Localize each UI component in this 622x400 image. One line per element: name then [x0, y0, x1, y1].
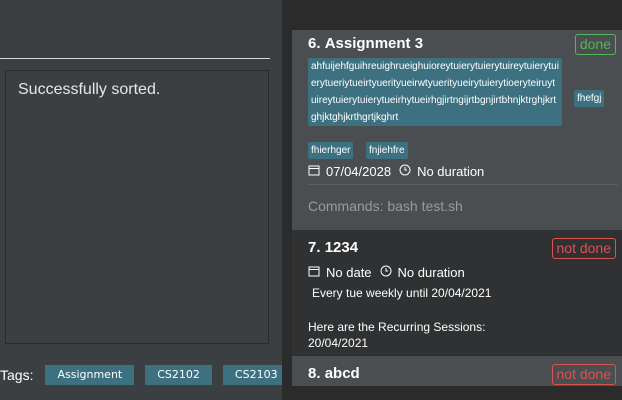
- result-message: Successfully sorted.: [18, 81, 161, 98]
- task-card[interactable]: 7. 1234 not done No date No duration Eve…: [292, 230, 622, 355]
- tag-chip-long: ahfuijehfguihreuighrueighuioreytuierytui…: [308, 58, 562, 126]
- task-duration: No duration: [397, 265, 465, 280]
- calendar-icon: [308, 164, 320, 179]
- clock-icon: [399, 164, 411, 179]
- tags-bar: Tags: Assignment CS2102 CS2103: [0, 362, 301, 388]
- task-date: No date: [326, 265, 372, 280]
- status-badge: done: [574, 34, 616, 55]
- task-commands: Commands: bash test.sh: [308, 198, 463, 214]
- left-pane: Successfully sorted. Tags: Assignment CS…: [0, 0, 290, 400]
- clock-icon: [380, 265, 392, 280]
- recurring-sessions-label: Here are the Recurring Sessions:: [308, 320, 486, 334]
- scrollbar[interactable]: [283, 0, 288, 400]
- task-date: 07/04/2028: [326, 164, 392, 179]
- task-recurrence: Every tue weekly until 20/04/2021: [312, 286, 492, 300]
- task-title: 7. 1234: [308, 239, 359, 256]
- tags-label: Tags:: [0, 367, 34, 383]
- status-badge: not done: [551, 364, 616, 385]
- status-badge: not done: [551, 238, 616, 259]
- calendar-icon: [308, 265, 320, 280]
- divider: [308, 184, 618, 185]
- task-duration: No duration: [417, 164, 485, 179]
- task-card[interactable]: 8. abcd not done: [292, 356, 622, 386]
- task-meta: 07/04/2028 No duration: [308, 164, 484, 179]
- command-box[interactable]: [0, 0, 270, 59]
- tag-chip: fhierhger: [308, 142, 354, 159]
- task-title: 6. Assignment 3: [308, 35, 424, 52]
- result-display: Successfully sorted.: [5, 70, 269, 344]
- recurring-session-date: 20/04/2021: [308, 336, 369, 350]
- tag-filter-cs2102[interactable]: CS2102: [145, 365, 212, 385]
- tag-chip: fnjiehfre: [366, 142, 408, 159]
- partial-card-top: [282, 0, 622, 30]
- task-meta: No date No duration: [308, 265, 465, 280]
- tag-chip: fhefgj: [574, 90, 605, 107]
- tag-filter-assignment[interactable]: Assignment: [45, 365, 135, 385]
- tag-filter-cs2103[interactable]: CS2103: [222, 365, 290, 385]
- task-list[interactable]: 6. Assignment 3 done ahfuijehfguihreuigh…: [282, 0, 622, 400]
- task-card[interactable]: 6. Assignment 3 done ahfuijehfguihreuigh…: [292, 30, 622, 230]
- task-title: 8. abcd: [308, 365, 360, 382]
